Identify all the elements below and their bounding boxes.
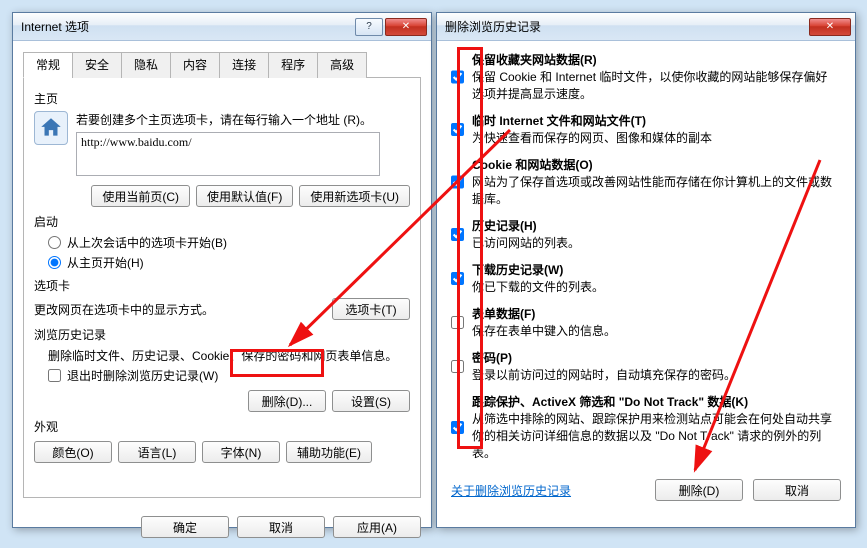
home-group-label: 主页: [34, 90, 410, 107]
delete-on-exit-checkbox-row[interactable]: 退出时删除浏览历史记录(W): [48, 367, 410, 384]
tabs-group-label: 选项卡: [34, 277, 410, 294]
language-button[interactable]: 语言(L): [118, 441, 196, 463]
option-title: 保留收藏夹网站数据(R): [472, 53, 597, 67]
delete-option-row: 下载历史记录(W)你已下载的文件的列表。: [451, 261, 839, 295]
history-group-label: 浏览历史记录: [34, 326, 410, 343]
home-icon: [34, 111, 68, 145]
tab-privacy[interactable]: 隐私: [121, 52, 171, 78]
delete-option-checkbox[interactable]: [451, 218, 464, 251]
tabs-button[interactable]: 选项卡(T): [332, 298, 410, 320]
ok-button[interactable]: 确定: [141, 516, 229, 538]
radio-last-session[interactable]: [48, 236, 61, 249]
delete-option-row: 保留收藏夹网站数据(R)保留 Cookie 和 Internet 临时文件，以使…: [451, 51, 839, 102]
option-title: 临时 Internet 文件和网站文件(T): [472, 114, 646, 128]
delete-option-checkbox[interactable]: [451, 157, 464, 207]
radio-home[interactable]: [48, 256, 61, 269]
tab-advanced[interactable]: 高级: [317, 52, 367, 78]
color-button[interactable]: 颜色(O): [34, 441, 112, 463]
checkbox-label: 退出时删除浏览历史记录(W): [67, 367, 218, 384]
option-title: Cookie 和网站数据(O): [472, 158, 593, 172]
use-newtab-button[interactable]: 使用新选项卡(U): [299, 185, 410, 207]
general-panel: 主页 若要创建多个主页选项卡，请在每行输入一个地址 (R)。 使用当前页(C) …: [23, 78, 421, 498]
option-desc: 保存在表单中键入的信息。: [472, 322, 839, 339]
dialog-footer: 确定 取消 应用(A): [13, 508, 431, 548]
delete-option-checkbox[interactable]: [451, 306, 464, 339]
startup-last-session-radio[interactable]: 从上次会话中的选项卡开始(B): [48, 234, 410, 251]
apply-button[interactable]: 应用(A): [333, 516, 421, 538]
delete-option-checkbox[interactable]: [451, 394, 464, 461]
startup-group-label: 启动: [34, 213, 410, 230]
delete-option-row: 临时 Internet 文件和网站文件(T)为快速查看而保存的网页、图像和媒体的…: [451, 112, 839, 146]
font-button[interactable]: 字体(N): [202, 441, 280, 463]
tab-connections[interactable]: 连接: [219, 52, 269, 78]
home-desc: 若要创建多个主页选项卡，请在每行输入一个地址 (R)。: [76, 111, 410, 128]
delete-history-button[interactable]: 删除(D)...: [248, 390, 326, 412]
tab-programs[interactable]: 程序: [268, 52, 318, 78]
delete-option-row: 历史记录(H)已访问网站的列表。: [451, 217, 839, 251]
history-desc: 删除临时文件、历史记录、Cookie、保存的密码和网页表单信息。: [48, 347, 410, 364]
history-settings-button[interactable]: 设置(S): [332, 390, 410, 412]
delete-option-row: 密码(P)登录以前访问过的网站时，自动填充保存的密码。: [451, 349, 839, 383]
option-title: 跟踪保护、ActiveX 筛选和 "Do Not Track" 数据(K): [472, 395, 748, 409]
titlebar: Internet 选项 ? ✕: [13, 13, 431, 41]
startup-home-radio[interactable]: 从主页开始(H): [48, 254, 410, 271]
accessibility-button[interactable]: 辅助功能(E): [286, 441, 372, 463]
appearance-group-label: 外观: [34, 418, 410, 435]
delete-options-list: 保留收藏夹网站数据(R)保留 Cookie 和 Internet 临时文件，以使…: [437, 41, 855, 475]
radio-label: 从上次会话中的选项卡开始(B): [67, 234, 227, 251]
radio-label: 从主页开始(H): [67, 254, 144, 271]
use-current-button[interactable]: 使用当前页(C): [91, 185, 190, 207]
option-title: 表单数据(F): [472, 307, 535, 321]
titlebar: 删除浏览历史记录 ✕: [437, 13, 855, 41]
internet-options-dialog: Internet 选项 ? ✕ 常规 安全 隐私 内容 连接 程序 高级 主页 …: [12, 12, 432, 528]
use-default-button[interactable]: 使用默认值(F): [196, 185, 293, 207]
cancel-button[interactable]: 取消: [237, 516, 325, 538]
delete-option-checkbox[interactable]: [451, 350, 464, 383]
about-delete-history-link[interactable]: 关于删除浏览历史记录: [451, 482, 571, 499]
option-desc: 你已下载的文件的列表。: [472, 278, 839, 295]
delete-on-exit-checkbox[interactable]: [48, 369, 61, 382]
close-button[interactable]: ✕: [809, 18, 851, 36]
delete-option-checkbox[interactable]: [451, 262, 464, 295]
delete-option-checkbox[interactable]: [451, 52, 464, 102]
option-desc: 从筛选中排除的网站、跟踪保护用来检测站点可能会在何处自动共享你的相关访问详细信息…: [472, 410, 839, 461]
help-button[interactable]: ?: [355, 18, 383, 36]
option-desc: 保留 Cookie 和 Internet 临时文件，以使你收藏的网站能够保存偏好…: [472, 68, 839, 102]
delete-option-row: 表单数据(F)保存在表单中键入的信息。: [451, 305, 839, 339]
option-title: 历史记录(H): [472, 219, 537, 233]
option-title: 下载历史记录(W): [472, 263, 563, 277]
tab-security[interactable]: 安全: [72, 52, 122, 78]
option-title: 密码(P): [472, 351, 512, 365]
option-desc: 已访问网站的列表。: [472, 234, 839, 251]
title-text: Internet 选项: [21, 18, 355, 35]
delete-option-row: 跟踪保护、ActiveX 筛选和 "Do Not Track" 数据(K)从筛选…: [451, 393, 839, 461]
homepage-url-input[interactable]: [76, 132, 380, 176]
close-button[interactable]: ✕: [385, 18, 427, 36]
title-text: 删除浏览历史记录: [445, 18, 809, 35]
tabs-desc: 更改网页在选项卡中的显示方式。: [34, 301, 214, 318]
tab-strip: 常规 安全 隐私 内容 连接 程序 高级: [23, 51, 421, 78]
delete-button[interactable]: 删除(D): [655, 479, 743, 501]
delete-option-row: Cookie 和网站数据(O)网站为了保存首选项或改善网站性能而存储在你计算机上…: [451, 156, 839, 207]
option-desc: 为快速查看而保存的网页、图像和媒体的副本: [472, 129, 839, 146]
option-desc: 登录以前访问过的网站时，自动填充保存的密码。: [472, 366, 839, 383]
tab-content[interactable]: 内容: [170, 52, 220, 78]
option-desc: 网站为了保存首选项或改善网站性能而存储在你计算机上的文件或数据库。: [472, 173, 839, 207]
tab-general[interactable]: 常规: [23, 52, 73, 78]
delete-history-dialog: 删除浏览历史记录 ✕ 保留收藏夹网站数据(R)保留 Cookie 和 Inter…: [436, 12, 856, 528]
delete-option-checkbox[interactable]: [451, 113, 464, 146]
cancel-button[interactable]: 取消: [753, 479, 841, 501]
